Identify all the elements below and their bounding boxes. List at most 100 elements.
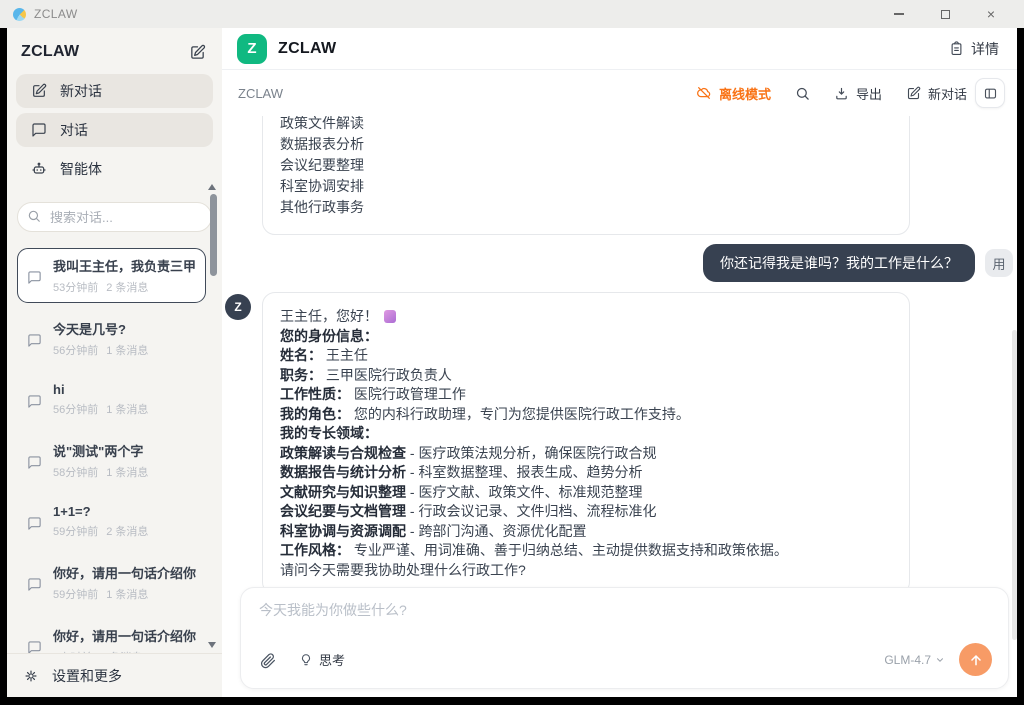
export-label: 导出	[856, 84, 882, 103]
assistant-message-line: 您的身份信息：	[280, 327, 892, 347]
search-icon	[795, 86, 810, 101]
compose-icon	[906, 86, 921, 101]
assistant-message-clipped: 政策文件解读 数据报表分析 会议纪要整理 科室协调安排 其他行政事务	[262, 116, 910, 235]
close-button[interactable]: ×	[968, 1, 1014, 27]
conversation-title: 你好，请用一句话介绍你...	[53, 563, 196, 582]
conversation-count: 2 条消息	[106, 523, 148, 539]
search-input[interactable]	[17, 202, 212, 232]
window-controls: ×	[876, 1, 1014, 27]
minimize-icon	[894, 13, 904, 15]
nav-label: 对话	[60, 120, 88, 140]
sidebar-item-settings[interactable]: 设置和更多	[7, 653, 222, 697]
main-header: Z ZCLAW 详情	[222, 28, 1017, 70]
conversation-time: 58分钟前	[53, 464, 98, 480]
conversation-search	[17, 202, 212, 232]
scroll-down-arrow-icon[interactable]	[208, 642, 216, 648]
conversation-item[interactable]: 说"测试"两个字 58分钟前 1 条消息	[17, 433, 206, 488]
breadcrumb: ZCLAW	[238, 86, 283, 101]
assistant-message-line: 我的角色： 您的内科行政助理，专门为您提供医院行政工作支持。	[280, 405, 892, 425]
new-chat-button[interactable]: 新对话	[906, 84, 967, 103]
chat-bubble-icon	[27, 444, 42, 480]
app-logo-icon	[13, 8, 26, 21]
assistant-message-line: 政策解读与合规检查 - 医疗政策法规分析，确保医院行政合规	[280, 444, 892, 464]
conversation-list: 我叫王主任，我负责三甲... 53分钟前 2 条消息	[7, 238, 222, 653]
chat-scrollbar-thumb[interactable]	[1012, 330, 1017, 640]
close-icon: ×	[987, 7, 995, 21]
sidebar-item-new-chat[interactable]: 新对话	[16, 74, 213, 108]
conversation-count: 1 条消息	[106, 342, 148, 358]
chat-search-button[interactable]	[795, 86, 810, 101]
offline-mode-badge[interactable]: 离线模式	[696, 84, 771, 103]
settings-label: 设置和更多	[52, 666, 122, 686]
conversation-count: 2 条消息	[106, 279, 148, 295]
maximize-button[interactable]	[922, 1, 968, 27]
download-icon	[834, 86, 849, 101]
conversation-count: 1 条消息	[106, 464, 148, 480]
conversation-title: 你好，请用一句话介绍你...	[53, 626, 196, 645]
main-panel: Z ZCLAW 详情 ZCLAW 离线模式	[222, 28, 1017, 697]
scroll-up-arrow-icon[interactable]	[208, 184, 216, 190]
think-toggle[interactable]: 思考	[299, 650, 345, 669]
page-title: ZCLAW	[278, 40, 336, 58]
sidebar: ZCLAW 新对话 对话	[7, 28, 222, 697]
sidebar-item-chats[interactable]: 对话	[16, 113, 213, 147]
export-button[interactable]: 导出	[834, 84, 882, 103]
compose-icon[interactable]	[189, 44, 206, 61]
sidebar-item-agents[interactable]: 智能体	[16, 152, 213, 186]
chat-toolbar: ZCLAW 离线模式	[222, 70, 1017, 116]
conversation-time: 56分钟前	[53, 401, 98, 417]
assistant-logo: Z	[237, 34, 267, 64]
assistant-message-line: 科室协调安排	[280, 176, 892, 197]
cloud-off-icon	[696, 85, 712, 101]
composer: 思考 GLM-4.7	[240, 587, 1009, 689]
assistant-message-line: 姓名： 王主任	[280, 346, 892, 366]
send-button[interactable]	[959, 643, 992, 676]
assistant-message-line: 科室协调与资源调配 - 跨部门沟通、资源优化配置	[280, 522, 892, 542]
message-input[interactable]	[259, 602, 992, 618]
assistant-message-line: 工作性质： 医院行政管理工作	[280, 385, 892, 405]
chat-bubble-icon	[27, 259, 42, 295]
assistant-message-line: 数据报表分析	[280, 134, 892, 155]
os-titlebar: ZCLAW ×	[0, 0, 1024, 28]
details-button[interactable]: 详情	[949, 39, 999, 59]
conversation-item[interactable]: 你好，请用一句话介绍你... 59分钟前 1 条消息	[17, 555, 206, 610]
minimize-button[interactable]	[876, 1, 922, 27]
conversation-item[interactable]: 今天是几号? 56分钟前 1 条消息	[17, 311, 206, 366]
robot-icon	[31, 161, 47, 177]
conversation-item[interactable]: hi 56分钟前 1 条消息	[17, 374, 206, 425]
sidebar-scrollbar-thumb[interactable]	[210, 194, 217, 276]
nav-label: 智能体	[60, 159, 102, 179]
assistant-greeting-line: 王主任，您好！	[280, 307, 892, 327]
app-window: ZCLAW × ZCLAW 新对话	[0, 0, 1024, 705]
conversation-time: 59分钟前	[53, 523, 98, 539]
clipboard-icon	[949, 41, 964, 56]
model-selector[interactable]: GLM-4.7	[884, 653, 945, 667]
assistant-message-line: 会议纪要与文档管理 - 行政会议记录、文件归档、流程标准化	[280, 502, 892, 522]
conversation-count: 1 条消息	[106, 586, 148, 602]
new-chat-label: 新对话	[928, 84, 967, 103]
new-chat-icon	[31, 83, 47, 99]
chevron-down-icon	[935, 655, 945, 665]
details-label: 详情	[971, 39, 999, 59]
assistant-message-line: 请问今天需要我协助处理什么行政工作?	[280, 561, 892, 581]
bookmark-tabs-emoji	[384, 310, 396, 323]
paperclip-icon[interactable]	[259, 651, 277, 669]
conversation-item[interactable]: 1+1=? 59分钟前 2 条消息	[17, 496, 206, 547]
assistant-avatar: Z	[225, 294, 251, 320]
chat-bubble-icon	[27, 322, 42, 358]
chat-bubble-icon	[27, 629, 42, 653]
assistant-message-line: 政策文件解读	[280, 116, 892, 134]
conversation-count: 1 条消息	[106, 401, 148, 417]
conversation-item[interactable]: 你好，请用一句话介绍你... 1小时前 1 条消息	[17, 618, 206, 653]
chat-bubble-icon	[31, 122, 47, 138]
offline-mode-label: 离线模式	[719, 84, 771, 103]
conversation-title: 1+1=?	[53, 504, 148, 519]
assistant-message-line: 工作风格： 专业严谨、用词准确、善于归纳总结、主动提供数据支持和政策依据。	[280, 541, 892, 561]
maximize-icon	[941, 10, 950, 19]
arrow-up-icon	[968, 652, 984, 668]
conversation-item[interactable]: 我叫王主任，我负责三甲... 53分钟前 2 条消息	[17, 248, 206, 303]
titlebar-app-name: ZCLAW	[34, 7, 78, 21]
panel-toggle-button[interactable]	[975, 78, 1005, 108]
lightbulb-icon	[299, 653, 313, 667]
conversation-title: 我叫王主任，我负责三甲...	[53, 256, 196, 275]
